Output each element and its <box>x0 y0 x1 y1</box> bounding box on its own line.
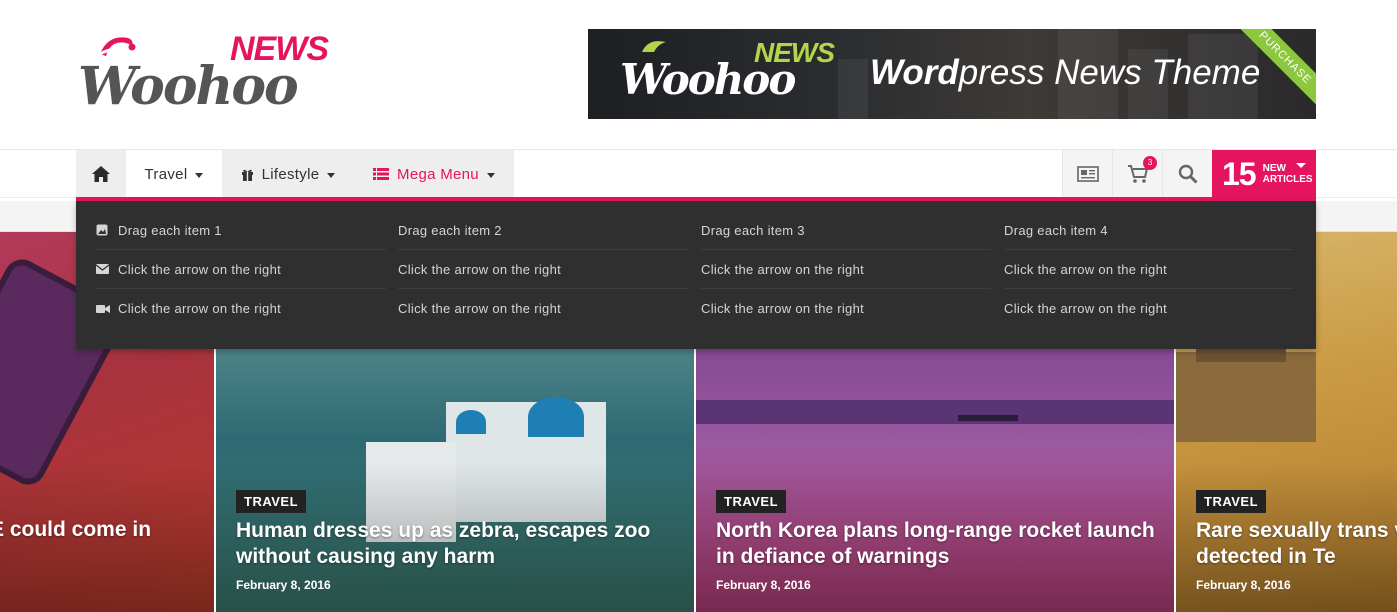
chevron-down-icon <box>195 172 204 178</box>
mega-menu-item[interactable]: Drag each item 4 <box>1004 211 1294 250</box>
chevron-down-icon <box>486 172 495 178</box>
mega-menu-item[interactable]: Click the arrow on the right <box>701 250 991 289</box>
nav-item-travel[interactable]: Travel <box>126 150 222 198</box>
mega-item-label: Click the arrow on the right <box>701 301 865 316</box>
nav-lifestyle-label: Lifestyle <box>261 165 320 183</box>
site-logo[interactable]: NEWS Woohoo <box>76 28 336 123</box>
chevron-down-icon <box>1296 163 1306 168</box>
mega-menu-item[interactable]: Click the arrow on the right <box>701 289 991 328</box>
banner-tagline: Wordpress News Theme <box>870 53 1260 93</box>
post-title[interactable]: North Korea plans long-range rocket laun… <box>716 518 1156 570</box>
page: NEWS Woohoo NEWS Woohoo Wordpress News T… <box>0 0 1397 612</box>
nav-travel-label: Travel <box>144 165 188 183</box>
post-title[interactable]: Human dresses up as zebra, escapes zoo w… <box>236 518 676 570</box>
new-articles-button[interactable]: 15 NEW ARTICLES <box>1212 150 1316 198</box>
home-icon <box>92 166 110 182</box>
image-icon <box>96 224 110 236</box>
mega-item-label: Click the arrow on the right <box>398 261 562 277</box>
mega-menu-item[interactable]: Click the arrow on the right <box>96 289 386 328</box>
mega-menu-item[interactable]: Drag each item 2 <box>398 211 688 250</box>
category-badge[interactable]: TRAVEL <box>1196 490 1267 513</box>
mega-menu-item[interactable]: Drag each item 1 <box>96 211 386 250</box>
logo-name-text: Woohoo <box>78 56 299 117</box>
main-navigation: Travel Lifestyle Mega Menu 3 15 NEW ARTI… <box>0 150 1397 198</box>
newspaper-icon <box>1076 166 1099 182</box>
mega-item-label: Click the arrow on the right <box>118 301 282 316</box>
leaf-icon <box>642 41 666 52</box>
mega-item-label: Click the arrow on the right <box>1004 301 1168 316</box>
new-articles-count: 15 <box>1222 155 1257 192</box>
mega-item-label: Click the arrow on the right <box>1004 261 1168 277</box>
newspaper-button[interactable] <box>1062 150 1112 198</box>
mega-item-label: Click the arrow on the right <box>701 261 865 277</box>
search-icon <box>1178 164 1198 184</box>
nav-item-mega-menu[interactable]: Mega Menu <box>354 150 514 198</box>
post-date: February 8, 2016 <box>236 578 331 592</box>
category-badge[interactable]: TRAVEL <box>716 490 787 513</box>
mega-menu-item[interactable]: Drag each item 3 <box>701 211 991 250</box>
header-ad-banner[interactable]: NEWS Woohoo Wordpress News Theme PURCHAS… <box>588 29 1316 119</box>
site-header: NEWS Woohoo NEWS Woohoo Wordpress News T… <box>0 0 1397 150</box>
cart-button[interactable]: 3 <box>1112 150 1162 198</box>
mega-menu-item[interactable]: Click the arrow on the right <box>398 250 688 289</box>
mega-menu-item[interactable]: Click the arrow on the right <box>1004 250 1294 289</box>
mega-menu-item[interactable]: Click the arrow on the right <box>96 250 386 289</box>
mega-item-label: Drag each item 2 <box>398 222 502 238</box>
dome-image <box>528 397 584 437</box>
new-label-line2: ARTICLES <box>1262 174 1313 185</box>
post-date: February 8, 2016 <box>1196 578 1291 592</box>
video-camera-icon <box>96 304 110 314</box>
boat-image <box>958 415 1018 421</box>
mega-column-2: Drag each item 2 Click the arrow on the … <box>398 211 688 328</box>
mega-item-label: Click the arrow on the right <box>118 261 282 277</box>
chevron-down-icon <box>327 172 336 178</box>
search-button[interactable] <box>1162 150 1212 198</box>
santa-hat-icon <box>99 37 136 56</box>
gift-icon <box>241 169 253 181</box>
mega-item-label: Click the arrow on the right <box>398 301 562 316</box>
mega-column-4: Drag each item 4 Click the arrow on the … <box>1004 211 1294 328</box>
cart-count-badge: 3 <box>1143 156 1157 170</box>
list-icon <box>373 168 390 180</box>
banner-logo-text: Woohoo <box>620 55 796 104</box>
category-badge[interactable]: TRAVEL <box>236 490 307 513</box>
mega-menu-item[interactable]: Click the arrow on the right <box>1004 289 1294 328</box>
banner-tagline-rest: press News Theme <box>958 53 1261 92</box>
banner-tagline-bold: Word <box>870 53 959 92</box>
nav-item-lifestyle[interactable]: Lifestyle <box>222 150 354 198</box>
mega-item-label: Drag each item 4 <box>1004 222 1108 238</box>
mega-menu-item[interactable]: Click the arrow on the right <box>398 289 688 328</box>
nav-mega-label: Mega Menu <box>397 165 479 183</box>
post-title[interactable]: Rare sexually trans virus detected in Te <box>1196 518 1397 570</box>
post-title[interactable]: E could come in <box>0 517 214 543</box>
new-label-line1: NEW <box>1262 163 1286 174</box>
mega-menu-dropdown: Drag each item 1 Click the arrow on the … <box>76 201 1316 349</box>
mega-item-label: Drag each item 3 <box>701 222 805 238</box>
mega-item-label: Drag each item 1 <box>118 222 222 238</box>
envelope-icon <box>96 264 110 274</box>
nav-home[interactable] <box>76 150 126 198</box>
post-date: February 8, 2016 <box>716 578 811 592</box>
mega-column-3: Drag each item 3 Click the arrow on the … <box>701 211 991 328</box>
mega-column-1: Drag each item 1 Click the arrow on the … <box>96 211 386 328</box>
